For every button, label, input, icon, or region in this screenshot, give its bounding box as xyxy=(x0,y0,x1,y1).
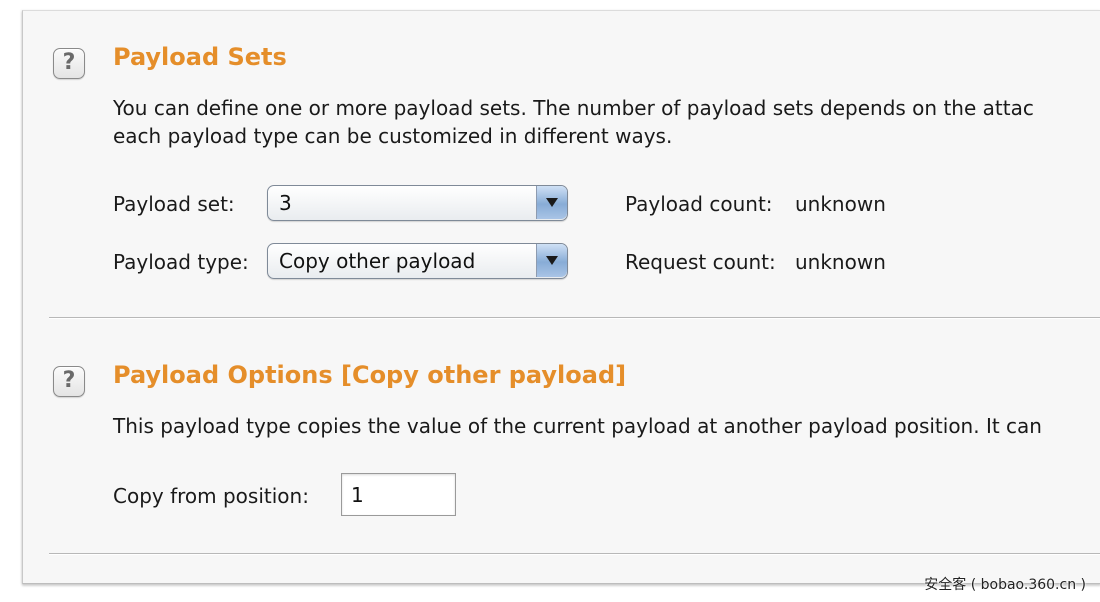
payload-type-value: Copy other payload xyxy=(279,249,476,273)
payload-type-label: Payload type: xyxy=(113,250,249,274)
payload-options-help-icon[interactable]: ? xyxy=(53,366,85,397)
dropdown-arrow-icon[interactable] xyxy=(536,186,567,219)
payload-sets-heading: Payload Sets xyxy=(113,43,287,71)
payload-options-heading: Payload Options [Copy other payload] xyxy=(113,361,627,389)
payload-type-select[interactable]: Copy other payload xyxy=(267,243,568,279)
copy-from-position-label: Copy from position: xyxy=(113,484,309,508)
request-count-label: Request count: xyxy=(625,250,776,274)
intruder-payloads-panel: ? Payload Sets You can define one or mor… xyxy=(22,10,1100,584)
dropdown-arrow-icon[interactable] xyxy=(536,244,567,277)
payload-sets-description-line1: You can define one or more payload sets.… xyxy=(113,96,1034,120)
request-count-value: unknown xyxy=(795,250,886,274)
copy-from-position-input[interactable] xyxy=(341,473,456,516)
payload-options-description: This payload type copies the value of th… xyxy=(113,414,1042,438)
payload-set-select[interactable]: 3 xyxy=(267,185,568,221)
section-divider-bottom xyxy=(49,553,1100,554)
payload-set-value: 3 xyxy=(279,191,292,215)
payload-set-label: Payload set: xyxy=(113,192,235,216)
payload-count-value: unknown xyxy=(795,192,886,216)
section-divider xyxy=(49,317,1100,318)
payload-sets-help-icon[interactable]: ? xyxy=(53,48,85,79)
payload-sets-description-line2: each payload type can be customized in d… xyxy=(113,124,673,148)
watermark: 安全客 ( bobao.360.cn ) xyxy=(924,577,1086,593)
payload-count-label: Payload count: xyxy=(625,192,773,216)
